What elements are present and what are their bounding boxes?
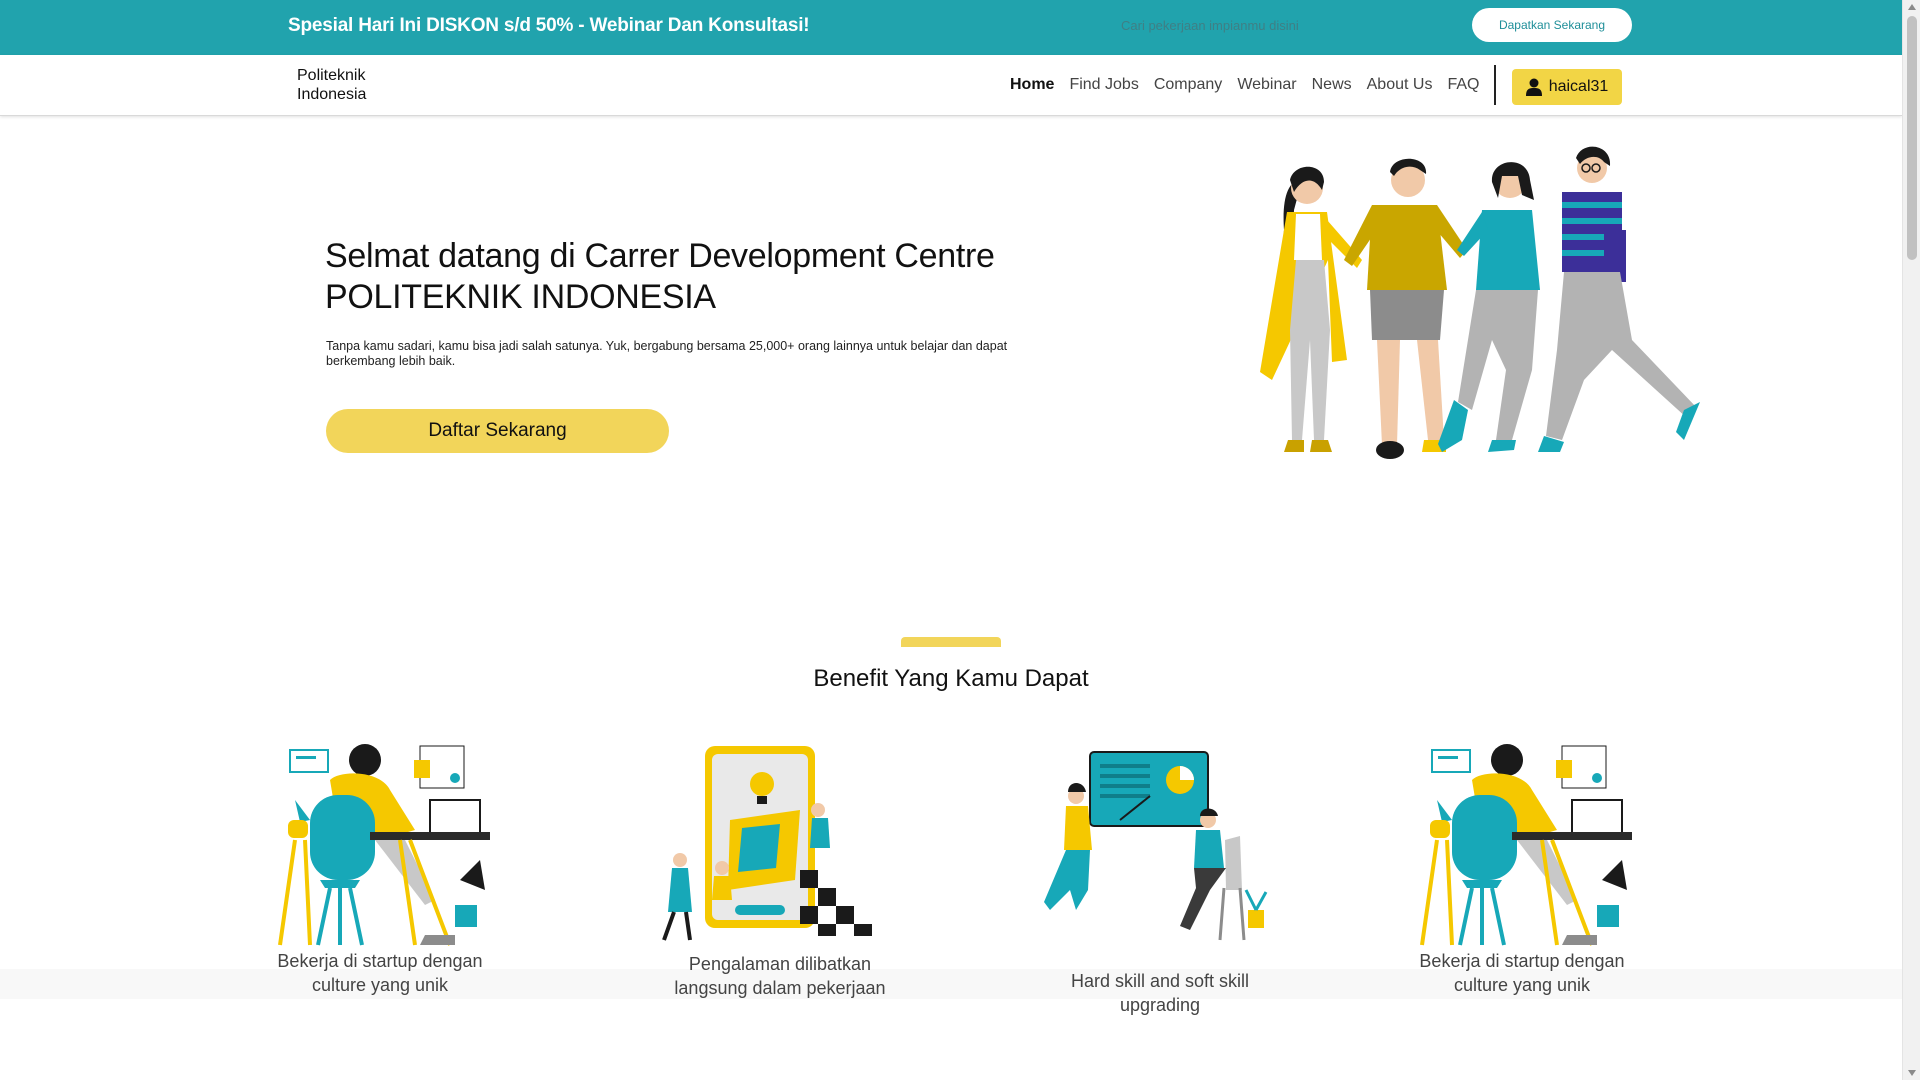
scroll-down-arrow-icon[interactable] bbox=[1908, 1070, 1916, 1076]
nav-links: Home Find Jobs Company Webinar News Abou… bbox=[1010, 76, 1479, 94]
hero-title: Selmat datang di Carrer Development Cent… bbox=[325, 237, 995, 316]
section-accent-bar bbox=[901, 637, 1001, 647]
hero-subtitle: Tanpa kamu sadari, kamu bisa jadi salah … bbox=[326, 339, 1008, 368]
benefit-label: Hard skill and soft skill upgrading bbox=[1070, 971, 1250, 1015]
nav-divider bbox=[1494, 65, 1496, 105]
user-name: haical31 bbox=[1548, 78, 1609, 95]
user-icon bbox=[1525, 78, 1542, 96]
scroll-up-arrow-icon[interactable] bbox=[1908, 4, 1916, 10]
nav-link-company[interactable]: Company bbox=[1154, 76, 1222, 94]
presentation-illustration bbox=[1044, 751, 1268, 941]
promo-banner: Spesial Hari Ini DISKON s/d 50% - Webina… bbox=[0, 0, 1902, 55]
nav-link-faq[interactable]: FAQ bbox=[1447, 76, 1479, 94]
phone-teamwork-illustration bbox=[662, 746, 872, 941]
brand-logo[interactable]: Politeknik Indonesia bbox=[297, 66, 387, 104]
main-navbar: Politeknik Indonesia Home Find Jobs Comp… bbox=[0, 55, 1902, 116]
user-account-button[interactable]: haical31 bbox=[1512, 69, 1622, 105]
nav-link-news[interactable]: News bbox=[1312, 76, 1352, 94]
startup-desk-illustration bbox=[1420, 744, 1632, 946]
promo-cta-button[interactable]: Dapatkan Sekarang bbox=[1472, 8, 1632, 42]
promo-headline: Spesial Hari Ini DISKON s/d 50% - Webina… bbox=[288, 15, 810, 36]
nav-link-about-us[interactable]: About Us bbox=[1367, 76, 1433, 94]
job-search-input[interactable]: Cari pekerjaan impianmu disini bbox=[1121, 18, 1299, 33]
nav-link-webinar[interactable]: Webinar bbox=[1237, 76, 1296, 94]
nav-link-find-jobs[interactable]: Find Jobs bbox=[1069, 76, 1138, 94]
scroll-thumb[interactable] bbox=[1907, 16, 1917, 260]
nav-link-home[interactable]: Home bbox=[1010, 76, 1054, 94]
startup-desk-illustration bbox=[278, 744, 490, 946]
benefits-title: Benefit Yang Kamu Dapat bbox=[813, 665, 1089, 692]
benefit-label: Bekerja di startup dengan culture yang u… bbox=[1419, 951, 1625, 995]
benefit-label: Bekerja di startup dengan culture yang u… bbox=[277, 951, 483, 995]
page-scrollbar[interactable] bbox=[1902, 0, 1920, 1080]
hero-people-illustration bbox=[1260, 146, 1700, 459]
register-button[interactable]: Daftar Sekarang bbox=[326, 409, 669, 453]
benefit-label: Pengalaman dilibatkan langsung dalam pek… bbox=[674, 954, 886, 998]
